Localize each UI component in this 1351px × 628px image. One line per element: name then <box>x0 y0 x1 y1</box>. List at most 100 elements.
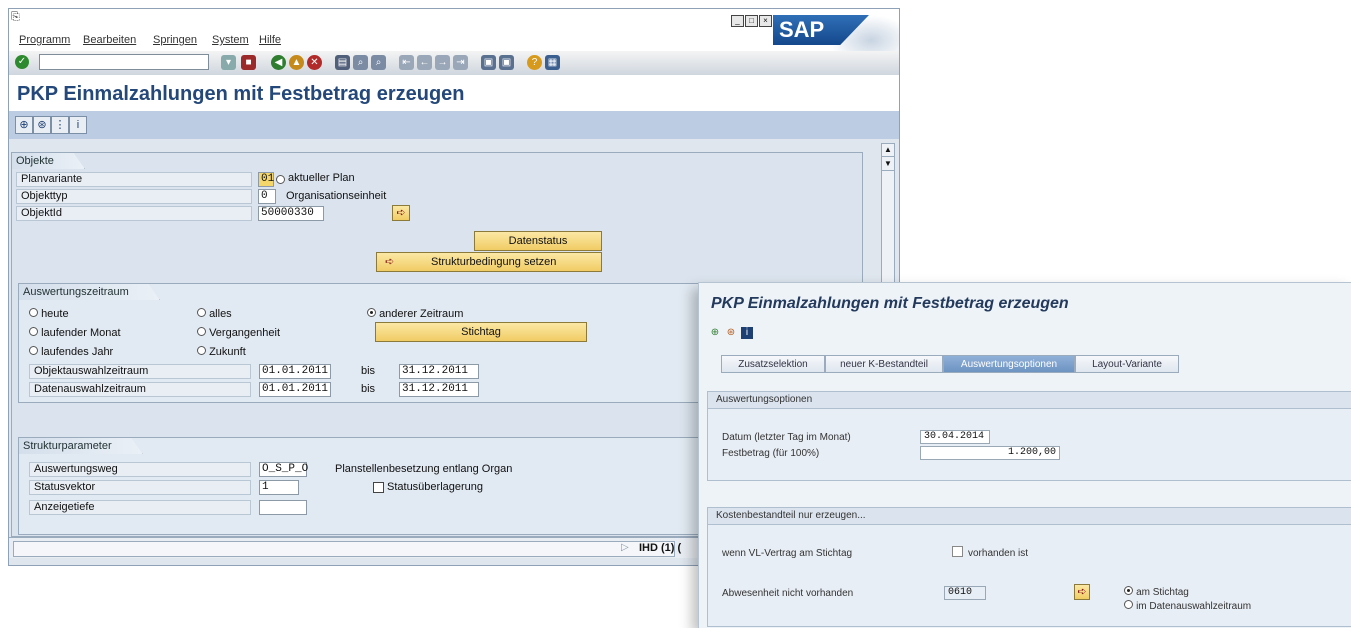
status-expand-icon[interactable]: ▷ <box>621 542 629 553</box>
datenauswahl-to[interactable]: 31.12.2011 <box>399 382 479 397</box>
menu-hilfe[interactable]: Hilfe <box>259 34 281 46</box>
abwesenheit-navigate-icon[interactable]: ➪ <box>1074 584 1090 600</box>
scroll-up-icon[interactable]: ▲ <box>882 144 894 157</box>
command-field[interactable] <box>39 54 209 70</box>
auswertungsoptionen-panel: Auswertungsoptionen Datum (letzter Tag i… <box>707 391 1351 481</box>
objektauswahl-label: Objektauswahlzeitraum <box>29 364 251 379</box>
struktur-arrow-icon: ➪ <box>385 256 395 268</box>
first-page-icon[interactable]: ⇤ <box>399 55 414 70</box>
auswertungsweg-field[interactable]: O_S_P_O <box>259 462 308 477</box>
overlay-execute-icon[interactable]: ⊕ <box>709 327 721 339</box>
info-icon[interactable]: i <box>69 116 87 134</box>
back-icon[interactable]: ◀ <box>271 55 286 70</box>
objektauswahl-to[interactable]: 31.12.2011 <box>399 364 479 379</box>
menu-springen[interactable]: Springen <box>153 34 197 46</box>
planvariante-text: aktueller Plan <box>288 172 355 184</box>
statusueberlagerung-label: Statusüberlagerung <box>387 481 484 493</box>
datenstatus-button[interactable]: Datenstatus <box>474 231 602 251</box>
overlay-title: PKP Einmalzahlungen mit Festbetrag erzeu… <box>711 295 1069 312</box>
radio-am-stichtag[interactable]: am Stichtag <box>1124 586 1189 598</box>
menu-bar: ⎘ Programm Bearbeiten Springen System Hi… <box>9 9 899 51</box>
menu-system[interactable]: System <box>212 34 249 46</box>
festbetrag-label: Festbetrag (für 100%) <box>722 448 820 459</box>
bis-label-1: bis <box>361 365 376 377</box>
zeitraum-frame-title: Auswertungszeitraum <box>18 283 160 300</box>
objekttyp-label: Objekttyp <box>16 189 252 204</box>
statusueberlagerung-checkbox[interactable] <box>373 482 384 493</box>
stichtag-button[interactable]: Stichtag <box>375 322 587 342</box>
tab-layout-variante[interactable]: Layout-Variante <box>1075 355 1179 373</box>
statusvektor-field[interactable]: 1 <box>259 480 299 495</box>
radio-heute-label: heute <box>41 308 69 320</box>
kostenbestandteil-head: Kostenbestandteil nur erzeugen... <box>708 508 1351 525</box>
objekttyp-field[interactable]: 0 <box>258 189 276 204</box>
maximize-icon[interactable]: □ <box>745 15 758 27</box>
overlay-info-icon[interactable]: i <box>741 327 753 339</box>
planvariante-field[interactable]: 01 <box>258 172 274 187</box>
tab-zusatzselektion[interactable]: Zusatzselektion <box>721 355 825 373</box>
radio-anderer-label: anderer Zeitraum <box>379 308 464 320</box>
enter-icon[interactable]: ✓ <box>15 55 29 69</box>
application-toolbar: ⊕ ⊛ ⋮ i <box>9 111 899 139</box>
objekte-frame-title: Objekte <box>11 152 85 169</box>
menu-bearbeiten[interactable]: Bearbeiten <box>83 34 136 46</box>
festbetrag-field[interactable]: 1.200,00 <box>920 446 1060 460</box>
radio-heute[interactable]: heute <box>29 308 69 320</box>
system-menu-icon[interactable]: ⎘ <box>11 11 20 24</box>
help-icon[interactable]: ? <box>527 55 542 70</box>
new-session-icon[interactable]: ▣ <box>481 55 496 70</box>
exit-icon[interactable]: ▲ <box>289 55 304 70</box>
objektid-field[interactable]: 50000330 <box>258 206 324 221</box>
kostenbestandteil-panel: Kostenbestandteil nur erzeugen... wenn V… <box>707 507 1351 627</box>
planvariante-label: Planvariante <box>16 172 252 187</box>
radio-laufendes-jahr-label: laufendes Jahr <box>41 346 114 358</box>
radio-zukunft[interactable]: Zukunft <box>197 346 246 358</box>
minimize-icon[interactable]: _ <box>731 15 744 27</box>
statusvektor-label: Statusvektor <box>29 480 251 495</box>
tab-neuer-k-bestandteil[interactable]: neuer K-Bestandteil <box>825 355 943 373</box>
variant-icon[interactable]: ⊛ <box>33 116 51 134</box>
shortcut-icon[interactable]: ▣ <box>499 55 514 70</box>
abwesenheit-label: Abwesenheit nicht vorhanden <box>722 588 854 599</box>
menu-programm[interactable]: Programm <box>19 34 70 46</box>
planvariante-help-icon[interactable] <box>276 175 285 184</box>
datenauswahl-label: Datenauswahlzeitraum <box>29 382 251 397</box>
strukturbedingung-label: Strukturbedingung setzen <box>431 256 557 268</box>
find-next-icon[interactable]: ⌕ <box>371 55 386 70</box>
print-icon[interactable]: ▤ <box>335 55 350 70</box>
system-info: IHD (1) ( <box>639 542 682 554</box>
vorhanden-checkbox[interactable] <box>952 546 963 557</box>
anzeigetiefe-field[interactable] <box>259 500 307 515</box>
radio-am-stichtag-label: am Stichtag <box>1136 587 1189 598</box>
radio-laufendes-jahr[interactable]: laufendes Jahr <box>29 346 113 358</box>
radio-alles[interactable]: alles <box>197 308 232 320</box>
abwesenheit-field[interactable]: 0610 <box>944 586 986 600</box>
objektauswahl-from[interactable]: 01.01.2011 <box>259 364 331 379</box>
prev-page-icon[interactable]: ← <box>417 55 432 70</box>
close-icon[interactable]: × <box>759 15 772 27</box>
radio-vergangenheit[interactable]: Vergangenheit <box>197 327 280 339</box>
strukturbedingung-button[interactable]: ➪ Strukturbedingung setzen <box>376 252 602 272</box>
radio-anderer-zeitraum[interactable]: anderer Zeitraum <box>367 308 463 320</box>
last-page-icon[interactable]: ⇥ <box>453 55 468 70</box>
auswertungsweg-label: Auswertungsweg <box>29 462 251 477</box>
bis-label-2: bis <box>361 383 376 395</box>
scroll-down-icon[interactable]: ▼ <box>882 158 894 171</box>
datum-field[interactable]: 30.04.2014 <box>920 430 990 444</box>
save-icon[interactable]: ■ <box>241 55 256 70</box>
layout-menu-icon[interactable]: ▦ <box>545 55 560 70</box>
history-icon[interactable]: ▾ <box>221 55 236 70</box>
radio-im-datenauswahlzeitraum[interactable]: im Datenauswahlzeitraum <box>1124 600 1251 612</box>
datum-label: Datum (letzter Tag im Monat) <box>722 432 851 443</box>
objekt-navigate-icon[interactable]: ➪ <box>392 205 410 221</box>
datenauswahl-from[interactable]: 01.01.2011 <box>259 382 331 397</box>
cancel-icon[interactable]: ✕ <box>307 55 322 70</box>
overlay-variant-icon[interactable]: ⊛ <box>725 327 737 339</box>
radio-vergangenheit-label: Vergangenheit <box>209 327 281 339</box>
find-icon[interactable]: ⌕ <box>353 55 368 70</box>
tab-auswertungsoptionen[interactable]: Auswertungsoptionen <box>943 355 1075 373</box>
radio-laufender-monat[interactable]: laufender Monat <box>29 327 121 339</box>
selection-options-icon[interactable]: ⋮ <box>51 116 69 134</box>
execute-icon[interactable]: ⊕ <box>15 116 33 134</box>
next-page-icon[interactable]: → <box>435 55 450 70</box>
